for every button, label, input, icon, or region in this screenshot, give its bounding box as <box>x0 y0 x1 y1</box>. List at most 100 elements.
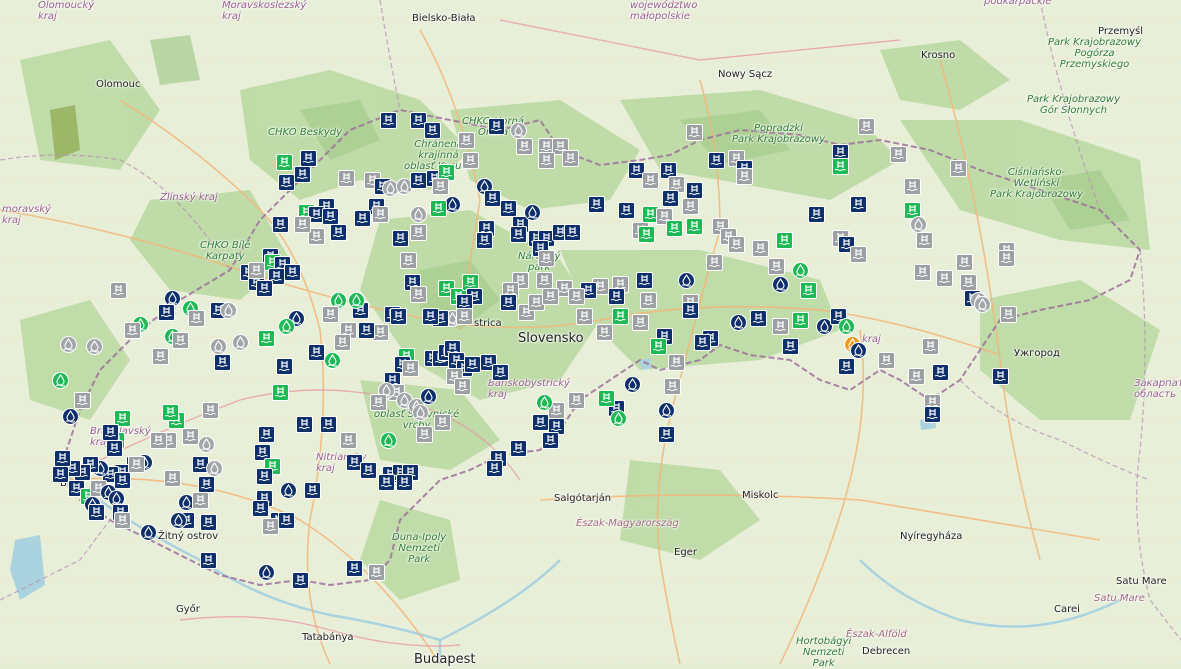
swimming-pool-icon[interactable] <box>488 118 505 135</box>
swimming-pool-icon[interactable] <box>618 202 635 219</box>
swimming-pool-icon[interactable] <box>162 404 179 421</box>
swimming-pool-icon[interactable] <box>686 218 703 235</box>
water-drop-icon[interactable] <box>62 408 79 425</box>
swimming-pool-icon[interactable] <box>338 170 355 187</box>
swimming-pool-icon[interactable] <box>612 308 629 325</box>
swimming-pool-icon[interactable] <box>278 174 295 191</box>
swimming-pool-icon[interactable] <box>922 338 939 355</box>
swimming-pool-icon[interactable] <box>890 146 907 163</box>
swimming-pool-icon[interactable] <box>346 560 363 577</box>
water-drop-icon[interactable] <box>974 296 991 313</box>
swimming-pool-icon[interactable] <box>500 294 517 311</box>
swimming-pool-icon[interactable] <box>276 154 293 171</box>
swimming-pool-icon[interactable] <box>400 252 417 269</box>
swimming-pool-icon[interactable] <box>878 352 895 369</box>
swimming-pool-icon[interactable] <box>476 232 493 249</box>
swimming-pool-icon[interactable] <box>110 282 127 299</box>
swimming-pool-icon[interactable] <box>500 200 517 217</box>
swimming-pool-icon[interactable] <box>936 270 953 287</box>
swimming-pool-icon[interactable] <box>808 206 825 223</box>
swimming-pool-icon[interactable] <box>300 150 317 167</box>
swimming-pool-icon[interactable] <box>182 428 199 445</box>
water-drop-icon[interactable] <box>52 372 69 389</box>
swimming-pool-icon[interactable] <box>294 216 311 233</box>
swimming-pool-icon[interactable] <box>292 572 309 589</box>
swimming-pool-icon[interactable] <box>832 158 849 175</box>
swimming-pool-icon[interactable] <box>562 150 579 167</box>
swimming-pool-icon[interactable] <box>956 254 973 271</box>
swimming-pool-icon[interactable] <box>532 414 549 431</box>
water-drop-icon[interactable] <box>60 336 77 353</box>
water-drop-icon[interactable] <box>850 342 867 359</box>
swimming-pool-icon[interactable] <box>640 292 657 309</box>
swimming-pool-icon[interactable] <box>102 424 119 441</box>
swimming-pool-icon[interactable] <box>950 160 967 177</box>
swimming-pool-icon[interactable] <box>380 112 397 129</box>
water-drop-icon[interactable] <box>792 262 809 279</box>
swimming-pool-icon[interactable] <box>392 230 409 247</box>
water-drop-icon[interactable] <box>206 460 223 477</box>
swimming-pool-icon[interactable] <box>1000 306 1017 323</box>
swimming-pool-icon[interactable] <box>800 282 817 299</box>
swimming-pool-icon[interactable] <box>486 460 503 477</box>
swimming-pool-icon[interactable] <box>74 392 91 409</box>
swimming-pool-icon[interactable] <box>782 338 799 355</box>
swimming-pool-icon[interactable] <box>642 172 659 189</box>
swimming-pool-icon[interactable] <box>296 416 313 433</box>
water-drop-icon[interactable] <box>258 564 275 581</box>
swimming-pool-icon[interactable] <box>998 250 1015 267</box>
swimming-pool-icon[interactable] <box>410 286 427 303</box>
swimming-pool-icon[interactable] <box>360 462 377 479</box>
swimming-pool-icon[interactable] <box>272 216 289 233</box>
swimming-pool-icon[interactable] <box>960 274 977 291</box>
swimming-pool-icon[interactable] <box>538 152 555 169</box>
water-drop-icon[interactable] <box>324 352 341 369</box>
water-drop-icon[interactable] <box>610 410 627 427</box>
swimming-pool-icon[interactable] <box>402 360 419 377</box>
water-drop-icon[interactable] <box>86 338 103 355</box>
swimming-pool-icon[interactable] <box>308 344 325 361</box>
swimming-pool-icon[interactable] <box>114 512 131 529</box>
swimming-pool-icon[interactable] <box>694 334 711 351</box>
swimming-pool-icon[interactable] <box>456 308 473 325</box>
swimming-pool-icon[interactable] <box>708 152 725 169</box>
swimming-pool-icon[interactable] <box>568 392 585 409</box>
swimming-pool-icon[interactable] <box>354 210 371 227</box>
swimming-pool-icon[interactable] <box>430 200 447 217</box>
swimming-pool-icon[interactable] <box>666 220 683 237</box>
swimming-pool-icon[interactable] <box>276 358 293 375</box>
swimming-pool-icon[interactable] <box>256 468 273 485</box>
water-drop-icon[interactable] <box>524 204 541 221</box>
swimming-pool-icon[interactable] <box>340 432 357 449</box>
water-drop-icon[interactable] <box>730 314 747 331</box>
water-drop-icon[interactable] <box>410 206 427 223</box>
water-drop-icon[interactable] <box>278 318 295 335</box>
water-drop-icon[interactable] <box>838 318 855 335</box>
swimming-pool-icon[interactable] <box>172 332 189 349</box>
swimming-pool-icon[interactable] <box>608 288 625 305</box>
swimming-pool-icon[interactable] <box>858 118 875 135</box>
swimming-pool-icon[interactable] <box>752 240 769 257</box>
water-drop-icon[interactable] <box>772 276 789 293</box>
swimming-pool-icon[interactable] <box>658 426 675 443</box>
swimming-pool-icon[interactable] <box>454 378 471 395</box>
swimming-pool-icon[interactable] <box>904 178 921 195</box>
swimming-pool-icon[interactable] <box>664 378 681 395</box>
water-drop-icon[interactable] <box>412 404 429 421</box>
swimming-pool-icon[interactable] <box>706 254 723 271</box>
swimming-pool-icon[interactable] <box>908 368 925 385</box>
swimming-pool-icon[interactable] <box>484 190 501 207</box>
swimming-pool-icon[interactable] <box>576 308 593 325</box>
swimming-pool-icon[interactable] <box>278 512 295 529</box>
swimming-pool-icon[interactable] <box>464 356 481 373</box>
swimming-pool-icon[interactable] <box>272 384 289 401</box>
swimming-pool-icon[interactable] <box>932 364 949 381</box>
swimming-pool-icon[interactable] <box>542 288 559 305</box>
swimming-pool-icon[interactable] <box>564 224 581 241</box>
swimming-pool-icon[interactable] <box>410 224 427 241</box>
swimming-pool-icon[interactable] <box>650 338 667 355</box>
water-drop-icon[interactable] <box>536 394 553 411</box>
swimming-pool-icon[interactable] <box>320 416 337 433</box>
swimming-pool-icon[interactable] <box>422 308 439 325</box>
swimming-pool-icon[interactable] <box>838 358 855 375</box>
